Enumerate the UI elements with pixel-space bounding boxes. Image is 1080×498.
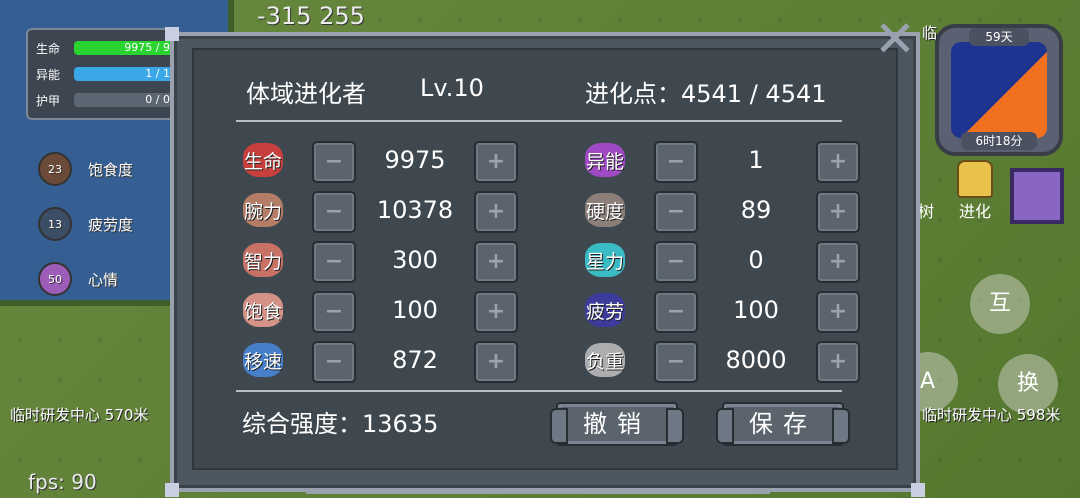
ability-bar: 1 / 1 — [74, 67, 174, 81]
stat-value-right-4: 8000 — [725, 346, 787, 374]
stat-label-left-0: 生命 — [243, 150, 282, 173]
stat-label-left-1: 腕力 — [243, 200, 282, 223]
weight-icon: 负重 — [582, 340, 628, 380]
tree-button[interactable]: 树 — [918, 198, 934, 222]
increase-button-left-3[interactable]: + — [474, 291, 518, 333]
stat-label-right-2: 星力 — [585, 250, 624, 273]
stat-value-left-3: 100 — [392, 296, 438, 324]
stat-value-left-4: 872 — [392, 346, 438, 374]
armor-bar: 0 / 0 — [74, 93, 174, 107]
divider-bottom — [236, 390, 842, 392]
hunger-icon: 23 — [38, 152, 72, 186]
stat-label-left-3: 饱食 — [243, 300, 282, 323]
meat-icon: 饱食 — [240, 290, 286, 330]
fatigue-indicator: 13 疲劳度 — [38, 207, 133, 241]
increase-button-right-1[interactable]: + — [816, 191, 860, 233]
day-counter: 59天 — [969, 28, 1029, 46]
fist-icon: 腕力 — [240, 190, 286, 230]
decrease-button-right-1[interactable]: − — [654, 191, 698, 233]
decrease-button-left-0[interactable]: − — [312, 141, 356, 183]
armor-label: 护甲 — [36, 93, 61, 108]
decrease-button-left-3[interactable]: − — [312, 291, 356, 333]
ability-row: 异能 1 / 1 — [36, 64, 174, 84]
shell-icon: 硬度 — [582, 190, 628, 230]
stat-value-right-2: 0 — [748, 246, 764, 274]
heart-icon: 生命 — [240, 140, 286, 180]
evolve-label: 进化 — [958, 202, 991, 221]
coordinates: -315 255 — [257, 2, 365, 30]
status-panel: 生命 9975 / 9 异能 1 / 1 护甲 0 / 0 — [26, 28, 180, 120]
stat-value-left-1: 10378 — [376, 196, 454, 224]
increase-button-right-3[interactable]: + — [816, 291, 860, 333]
hp-value: 9975 / 9 — [124, 41, 170, 54]
waypoint-left: 临时研发中心 570米 — [10, 406, 149, 424]
stat-value-right-3: 100 — [733, 296, 779, 324]
increase-button-right-4[interactable]: + — [816, 341, 860, 383]
stat-value-right-1: 89 — [740, 196, 772, 224]
star-icon: 异能 — [582, 140, 628, 180]
hp-label: 生命 — [36, 41, 61, 56]
day-clock: 59天 6时18分 — [935, 24, 1063, 156]
hp-bar: 9975 / 9 — [74, 41, 174, 55]
stat-label-right-3: 疲劳 — [585, 300, 624, 323]
fatigue-label: 疲劳度 — [88, 215, 134, 234]
armor-value: 0 / 0 — [145, 93, 170, 106]
boot-icon: 移速 — [240, 340, 286, 380]
decrease-button-right-2[interactable]: − — [654, 241, 698, 283]
scroll-icon[interactable] — [1010, 168, 1064, 224]
crystal-icon: 星力 — [582, 240, 628, 280]
fps-counter: fps: 90 — [28, 470, 97, 494]
stat-value-left-0: 9975 — [384, 146, 446, 174]
evolution-points: 进化点：4541 / 4541 — [585, 80, 827, 108]
ability-label: 异能 — [36, 67, 61, 82]
brain-icon: 智力 — [240, 240, 286, 280]
decrease-button-right-3[interactable]: − — [654, 291, 698, 333]
mood-icon: 50 — [38, 262, 72, 296]
stat-label-left-4: 移速 — [243, 350, 282, 373]
evolve-button[interactable]: 进化 — [948, 160, 1002, 222]
moon-icon: 疲劳 — [582, 290, 628, 330]
decrease-button-left-2[interactable]: − — [312, 241, 356, 283]
stat-label-right-1: 硬度 — [585, 200, 624, 223]
interact-button[interactable]: 互 — [970, 274, 1030, 334]
armor-row: 护甲 0 / 0 — [36, 90, 174, 110]
level-label: Lv.10 — [420, 74, 484, 102]
stat-label-right-0: 异能 — [585, 150, 624, 173]
stat-label-right-4: 负重 — [585, 350, 624, 373]
increase-button-left-1[interactable]: + — [474, 191, 518, 233]
corner-ornament — [165, 483, 179, 497]
mood-label: 心情 — [88, 270, 119, 289]
mood-indicator: 50 心情 — [38, 262, 118, 296]
stat-label-left-2: 智力 — [243, 250, 282, 273]
stat-value-right-0: 1 — [748, 146, 764, 174]
ability-value: 1 / 1 — [145, 67, 170, 80]
sky-dial — [951, 42, 1047, 138]
total-strength: 综合强度：13635 — [242, 410, 439, 438]
hunger-label: 饱食度 — [88, 160, 134, 179]
hunger-indicator: 23 饱食度 — [38, 152, 133, 186]
increase-button-left-2[interactable]: + — [474, 241, 518, 283]
increase-button-right-2[interactable]: + — [816, 241, 860, 283]
increase-button-right-0[interactable]: + — [816, 141, 860, 183]
class-title: 体域进化者 — [246, 80, 366, 108]
close-icon[interactable]: ✕ — [870, 14, 920, 64]
decrease-button-left-4[interactable]: − — [312, 341, 356, 383]
decrease-button-left-1[interactable]: − — [312, 191, 356, 233]
corner-ornament — [165, 27, 179, 41]
time-display: 6时18分 — [961, 132, 1037, 150]
corner-ornament — [911, 483, 925, 497]
decrease-button-right-4[interactable]: − — [654, 341, 698, 383]
top-right-label: 临 — [922, 24, 938, 42]
undo-button[interactable]: 撤销 — [550, 402, 684, 446]
increase-button-left-4[interactable]: + — [474, 341, 518, 383]
lamp-icon — [957, 160, 993, 198]
divider-top — [236, 120, 842, 122]
hp-row: 生命 9975 / 9 — [36, 38, 174, 58]
decrease-button-right-0[interactable]: − — [654, 141, 698, 183]
save-button[interactable]: 保存 — [716, 402, 850, 446]
increase-button-left-0[interactable]: + — [474, 141, 518, 183]
stat-value-left-2: 300 — [392, 246, 438, 274]
waypoint-right: 临时研发中心 598米 — [922, 406, 1061, 424]
fatigue-icon: 13 — [38, 207, 72, 241]
